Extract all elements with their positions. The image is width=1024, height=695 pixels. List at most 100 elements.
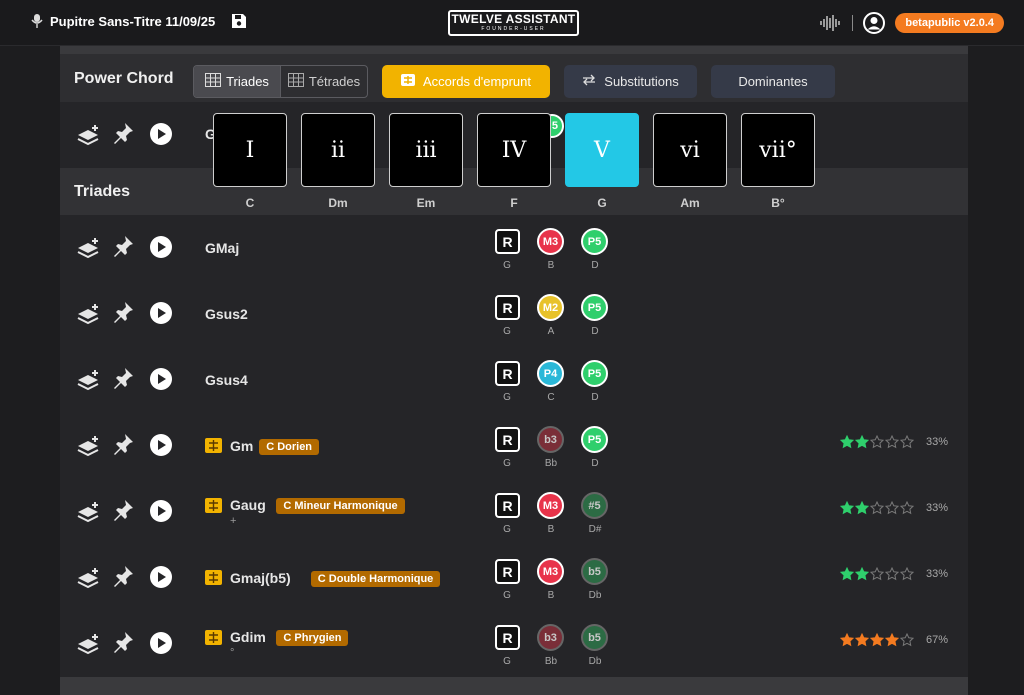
add-layer-icon[interactable] — [76, 237, 100, 264]
play-icon[interactable] — [150, 236, 172, 263]
mode-tag[interactable]: C Mineur Harmonique — [276, 498, 405, 514]
interval-badge: b3 — [537, 624, 564, 651]
borrow-icon — [401, 74, 415, 89]
play-icon[interactable] — [150, 566, 172, 593]
add-layer-icon[interactable] — [76, 501, 100, 528]
note-name: Db — [588, 590, 602, 601]
play-icon[interactable] — [150, 632, 172, 659]
add-layer-icon[interactable] — [76, 124, 100, 151]
degree-chord-name: C — [245, 196, 255, 210]
chord-row: Gdim ° C Phrygien R Gb3 Bb b5 Db 67% — [60, 611, 968, 677]
star-icon — [869, 632, 885, 652]
pin-icon[interactable] — [112, 367, 134, 396]
degree-chord-name: Em — [416, 196, 436, 210]
chord-row: Gm C Dorien R Gb3 Bb P5 D 33% — [60, 413, 968, 479]
add-layer-icon[interactable] — [76, 303, 100, 330]
chord-type-toggle: Triades Tétrades — [193, 65, 368, 98]
star-icon — [869, 434, 885, 454]
star-icon — [854, 434, 870, 454]
play-icon[interactable] — [150, 500, 172, 527]
note-name: G — [503, 260, 511, 271]
section-title: Triades — [74, 183, 131, 200]
divider — [852, 15, 854, 31]
pin-icon[interactable] — [112, 301, 134, 330]
star-icon — [899, 434, 915, 454]
mode-tag[interactable]: C Double Harmonique — [310, 571, 441, 587]
substitutions-button[interactable]: Substitutions — [564, 65, 697, 98]
star-icon — [869, 500, 885, 520]
logo-title: TWELVE ASSISTANT — [451, 12, 576, 26]
tab-triades[interactable]: Triades — [194, 66, 281, 97]
borrowed-chords-button[interactable]: Accords d'emprunt — [382, 65, 550, 98]
degree-button[interactable]: vi — [653, 113, 727, 187]
chord-row: Gmaj(b5) C Double Harmonique R G M3 Bb5 Db 33% — [60, 545, 968, 611]
version-badge[interactable]: betapublic v2.0.4 — [895, 13, 1004, 33]
substitutions-label: Substitutions — [604, 74, 679, 89]
pin-icon[interactable] — [112, 631, 134, 660]
chord-row: GMaj R G M3 B P5 D — [60, 215, 968, 281]
add-layer-icon[interactable] — [76, 369, 100, 396]
star-icon — [899, 566, 915, 586]
chord-name: Gsus4 — [205, 372, 248, 388]
top-bar-actions: betapublic v2.0.4 — [820, 12, 1004, 34]
note-name: Db — [588, 656, 602, 667]
interval-badge: b3 — [537, 426, 564, 453]
degree-button[interactable]: IV — [477, 113, 551, 187]
chord-row: Gsus2 R G M2 A P5 D — [60, 281, 968, 347]
tab-tetrades[interactable]: Tétrades — [281, 66, 367, 97]
star-icon — [839, 566, 855, 586]
interval-badge: M3 — [537, 492, 564, 519]
dominants-button[interactable]: Dominantes — [711, 65, 835, 98]
star-icon — [884, 566, 900, 586]
star-icon — [899, 632, 915, 652]
pin-icon[interactable] — [112, 565, 134, 594]
save-icon[interactable] — [231, 13, 247, 29]
note-name: B — [547, 590, 555, 601]
interval-badge: P5 — [581, 426, 608, 453]
chord-name: Gsus2 — [205, 306, 248, 322]
grid-icon — [205, 73, 222, 90]
microphone-icon[interactable] — [30, 13, 44, 29]
root-marker: R — [495, 427, 520, 452]
app-logo: TWELVE ASSISTANT FOUNDER-USER — [448, 10, 579, 36]
degree-button[interactable]: I — [213, 113, 287, 187]
pin-icon[interactable] — [112, 122, 134, 151]
play-icon[interactable] — [150, 368, 172, 395]
interval-badge: M2 — [537, 294, 564, 321]
degree-button[interactable]: vii° — [741, 113, 815, 187]
add-layer-icon[interactable] — [76, 633, 100, 660]
tab-triades-label: Triades — [226, 74, 269, 89]
rating-percent: 33% — [926, 436, 949, 448]
root-marker: R — [495, 295, 520, 320]
mode-tag[interactable]: C Phrygien — [276, 630, 349, 646]
chord-symbol: + — [230, 515, 237, 527]
swap-icon — [582, 74, 596, 89]
play-icon[interactable] — [150, 434, 172, 461]
root-marker: R — [495, 559, 520, 584]
panel-top-strip — [60, 46, 968, 54]
pin-icon[interactable] — [112, 433, 134, 462]
borrowed-chord-icon — [205, 570, 222, 585]
degree-button[interactable]: ii — [301, 113, 375, 187]
note-name: D — [591, 458, 599, 469]
note-name: D — [591, 260, 599, 271]
note-name: Bb — [544, 656, 558, 667]
pin-icon[interactable] — [112, 235, 134, 264]
note-name: C — [547, 392, 555, 403]
document-title: Pupitre Sans-Titre 11/09/25 — [50, 13, 216, 29]
degree-button[interactable]: V — [565, 113, 639, 187]
rating-stars — [839, 632, 915, 652]
add-layer-icon[interactable] — [76, 567, 100, 594]
chord-row: Gsus4 R G P4 C P5 D — [60, 347, 968, 413]
degree-button[interactable]: iii — [389, 113, 463, 187]
star-icon — [884, 632, 900, 652]
play-icon[interactable] — [150, 123, 172, 150]
mode-tag[interactable]: C Dorien — [259, 439, 320, 455]
add-layer-icon[interactable] — [76, 435, 100, 462]
interval-badge: M3 — [537, 558, 564, 585]
note-name: B — [547, 524, 555, 535]
user-account-icon[interactable] — [863, 12, 886, 34]
waveform-icon[interactable] — [820, 15, 842, 31]
play-icon[interactable] — [150, 302, 172, 329]
pin-icon[interactable] — [112, 499, 134, 528]
